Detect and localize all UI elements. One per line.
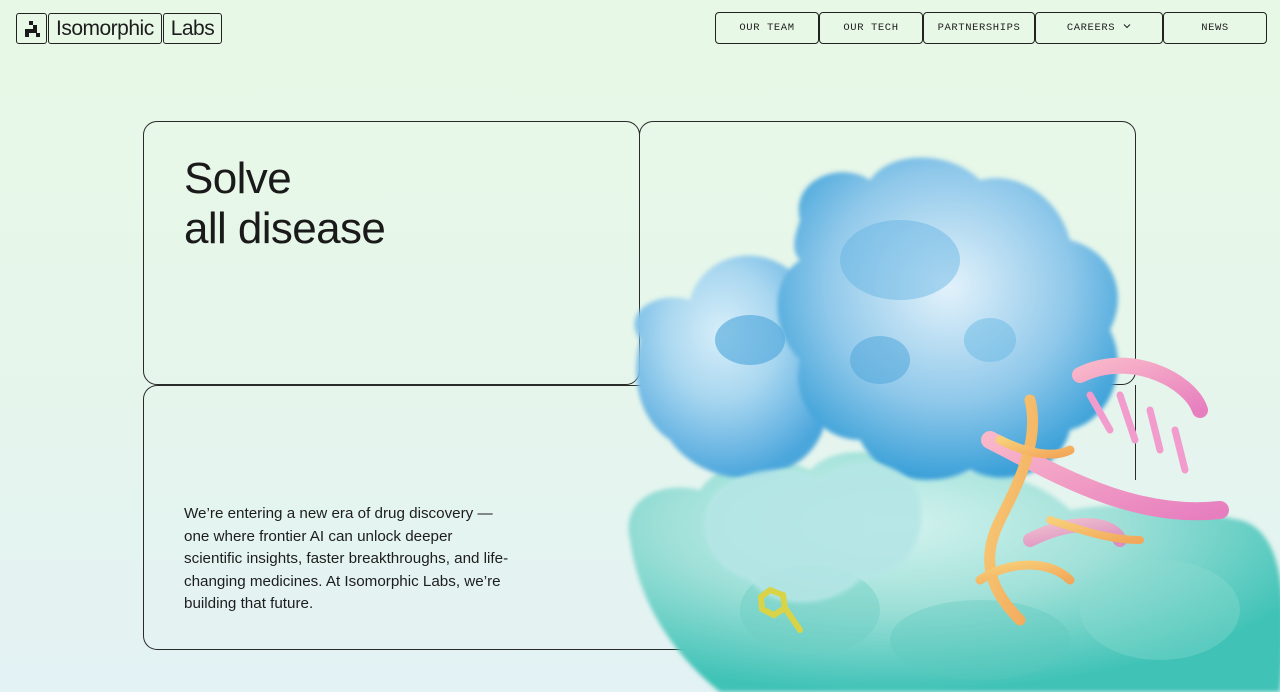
isomorphic-pixel-logo-icon	[16, 13, 47, 44]
brand-name-part1: Isomorphic	[48, 13, 162, 44]
nav-news[interactable]: NEWS	[1163, 12, 1267, 44]
brand-name-part2: Labs	[162, 13, 223, 44]
nav-partnerships[interactable]: PARTNERSHIPS	[923, 12, 1035, 44]
page-title: Solve all disease	[184, 154, 604, 254]
protein-dna-molecule-render	[600, 140, 1280, 692]
nav-careers-label: CAREERS	[1066, 22, 1116, 34]
chevron-down-icon	[1123, 22, 1131, 32]
nav-our-team[interactable]: OUR TEAM	[715, 12, 819, 44]
nav-our-tech[interactable]: OUR TECH	[819, 12, 923, 44]
main-nav: OUR TEAM OUR TECH PARTNERSHIPS CAREERS N…	[715, 12, 1267, 44]
intro-text: We’re entering a new era of drug discove…	[184, 505, 509, 612]
nav-careers[interactable]: CAREERS	[1035, 12, 1163, 44]
headline-line-2: all disease	[184, 204, 386, 253]
brand-logo[interactable]: Isomorphic Labs	[16, 13, 223, 44]
headline-line-1: Solve	[184, 154, 292, 203]
